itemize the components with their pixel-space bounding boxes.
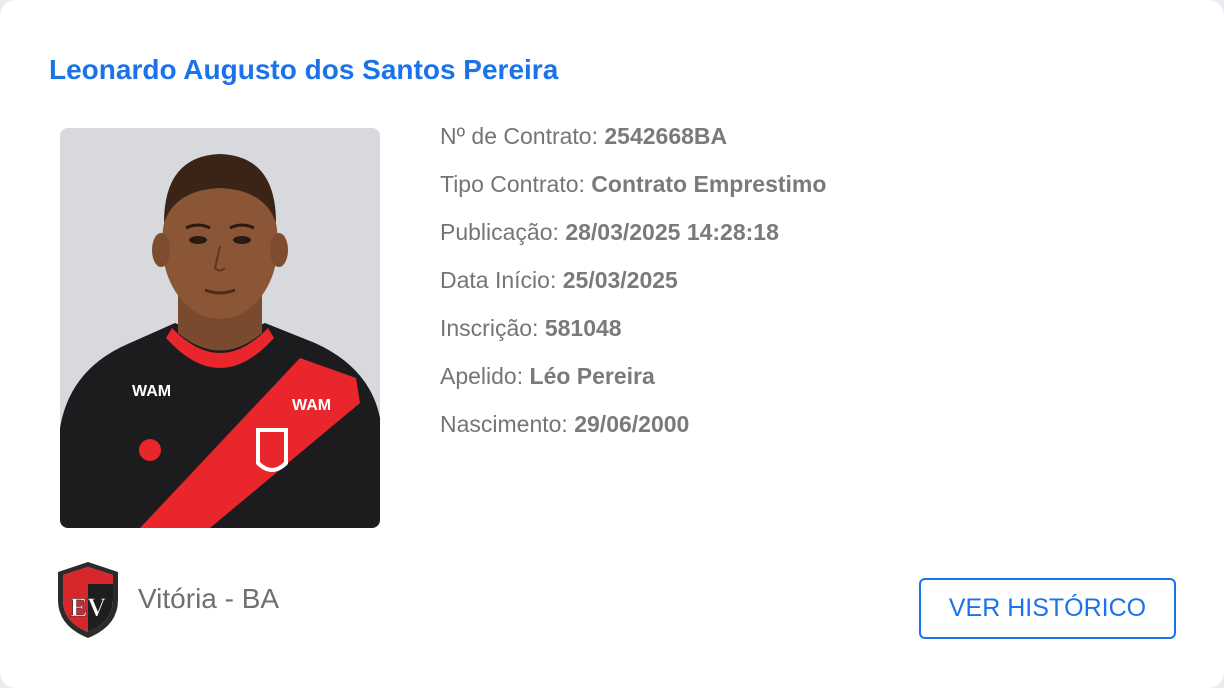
club-name: Vitória - BA xyxy=(138,582,280,614)
detail-value: 2542668BA xyxy=(604,123,728,149)
svg-text:WAM: WAM xyxy=(292,397,331,414)
club-info: EV Vitória - BA xyxy=(54,560,279,645)
detail-label: Tipo Contrato: xyxy=(440,171,585,197)
detail-value: Léo Pereira xyxy=(529,363,655,389)
detail-nickname: Apelido: Léo Pereira xyxy=(440,359,826,407)
club-crest-icon: EV xyxy=(54,560,122,645)
detail-birth-date: Nascimento: 29/06/2000 xyxy=(440,407,826,455)
detail-registration: Inscrição: 581048 xyxy=(440,311,826,359)
svg-text:EV: EV xyxy=(70,593,106,622)
detail-value: Contrato Emprestimo xyxy=(591,171,827,197)
player-photo: WAM WAM xyxy=(60,128,380,528)
view-history-button[interactable]: VER HISTÓRICO xyxy=(919,578,1176,639)
svg-text:WAM: WAM xyxy=(132,383,171,400)
detail-label: Inscrição: xyxy=(440,315,539,341)
contract-card: Leonardo Augusto dos Santos Pereira WAM … xyxy=(0,0,1224,688)
detail-contract-type: Tipo Contrato: Contrato Emprestimo xyxy=(440,167,826,215)
detail-value: 29/06/2000 xyxy=(574,411,690,437)
detail-label: Data Início: xyxy=(440,267,557,293)
detail-label: Publicação: xyxy=(440,219,559,245)
detail-label: Nascimento: xyxy=(440,411,568,437)
detail-value: 28/03/2025 14:28:18 xyxy=(565,219,779,245)
detail-value: 581048 xyxy=(544,315,622,341)
detail-label: Nº de Contrato: xyxy=(440,123,598,149)
detail-value: 25/03/2025 xyxy=(562,267,678,293)
detail-publication: Publicação: 28/03/2025 14:28:18 xyxy=(440,215,826,263)
detail-label: Apelido: xyxy=(440,363,524,389)
detail-start-date: Data Início: 25/03/2025 xyxy=(440,263,826,311)
detail-contract-number: Nº de Contrato: 2542668BA xyxy=(440,119,826,167)
contract-details: Nº de Contrato: 2542668BA Tipo Contrato:… xyxy=(440,119,826,455)
player-name[interactable]: Leonardo Augusto dos Santos Pereira xyxy=(49,54,558,86)
